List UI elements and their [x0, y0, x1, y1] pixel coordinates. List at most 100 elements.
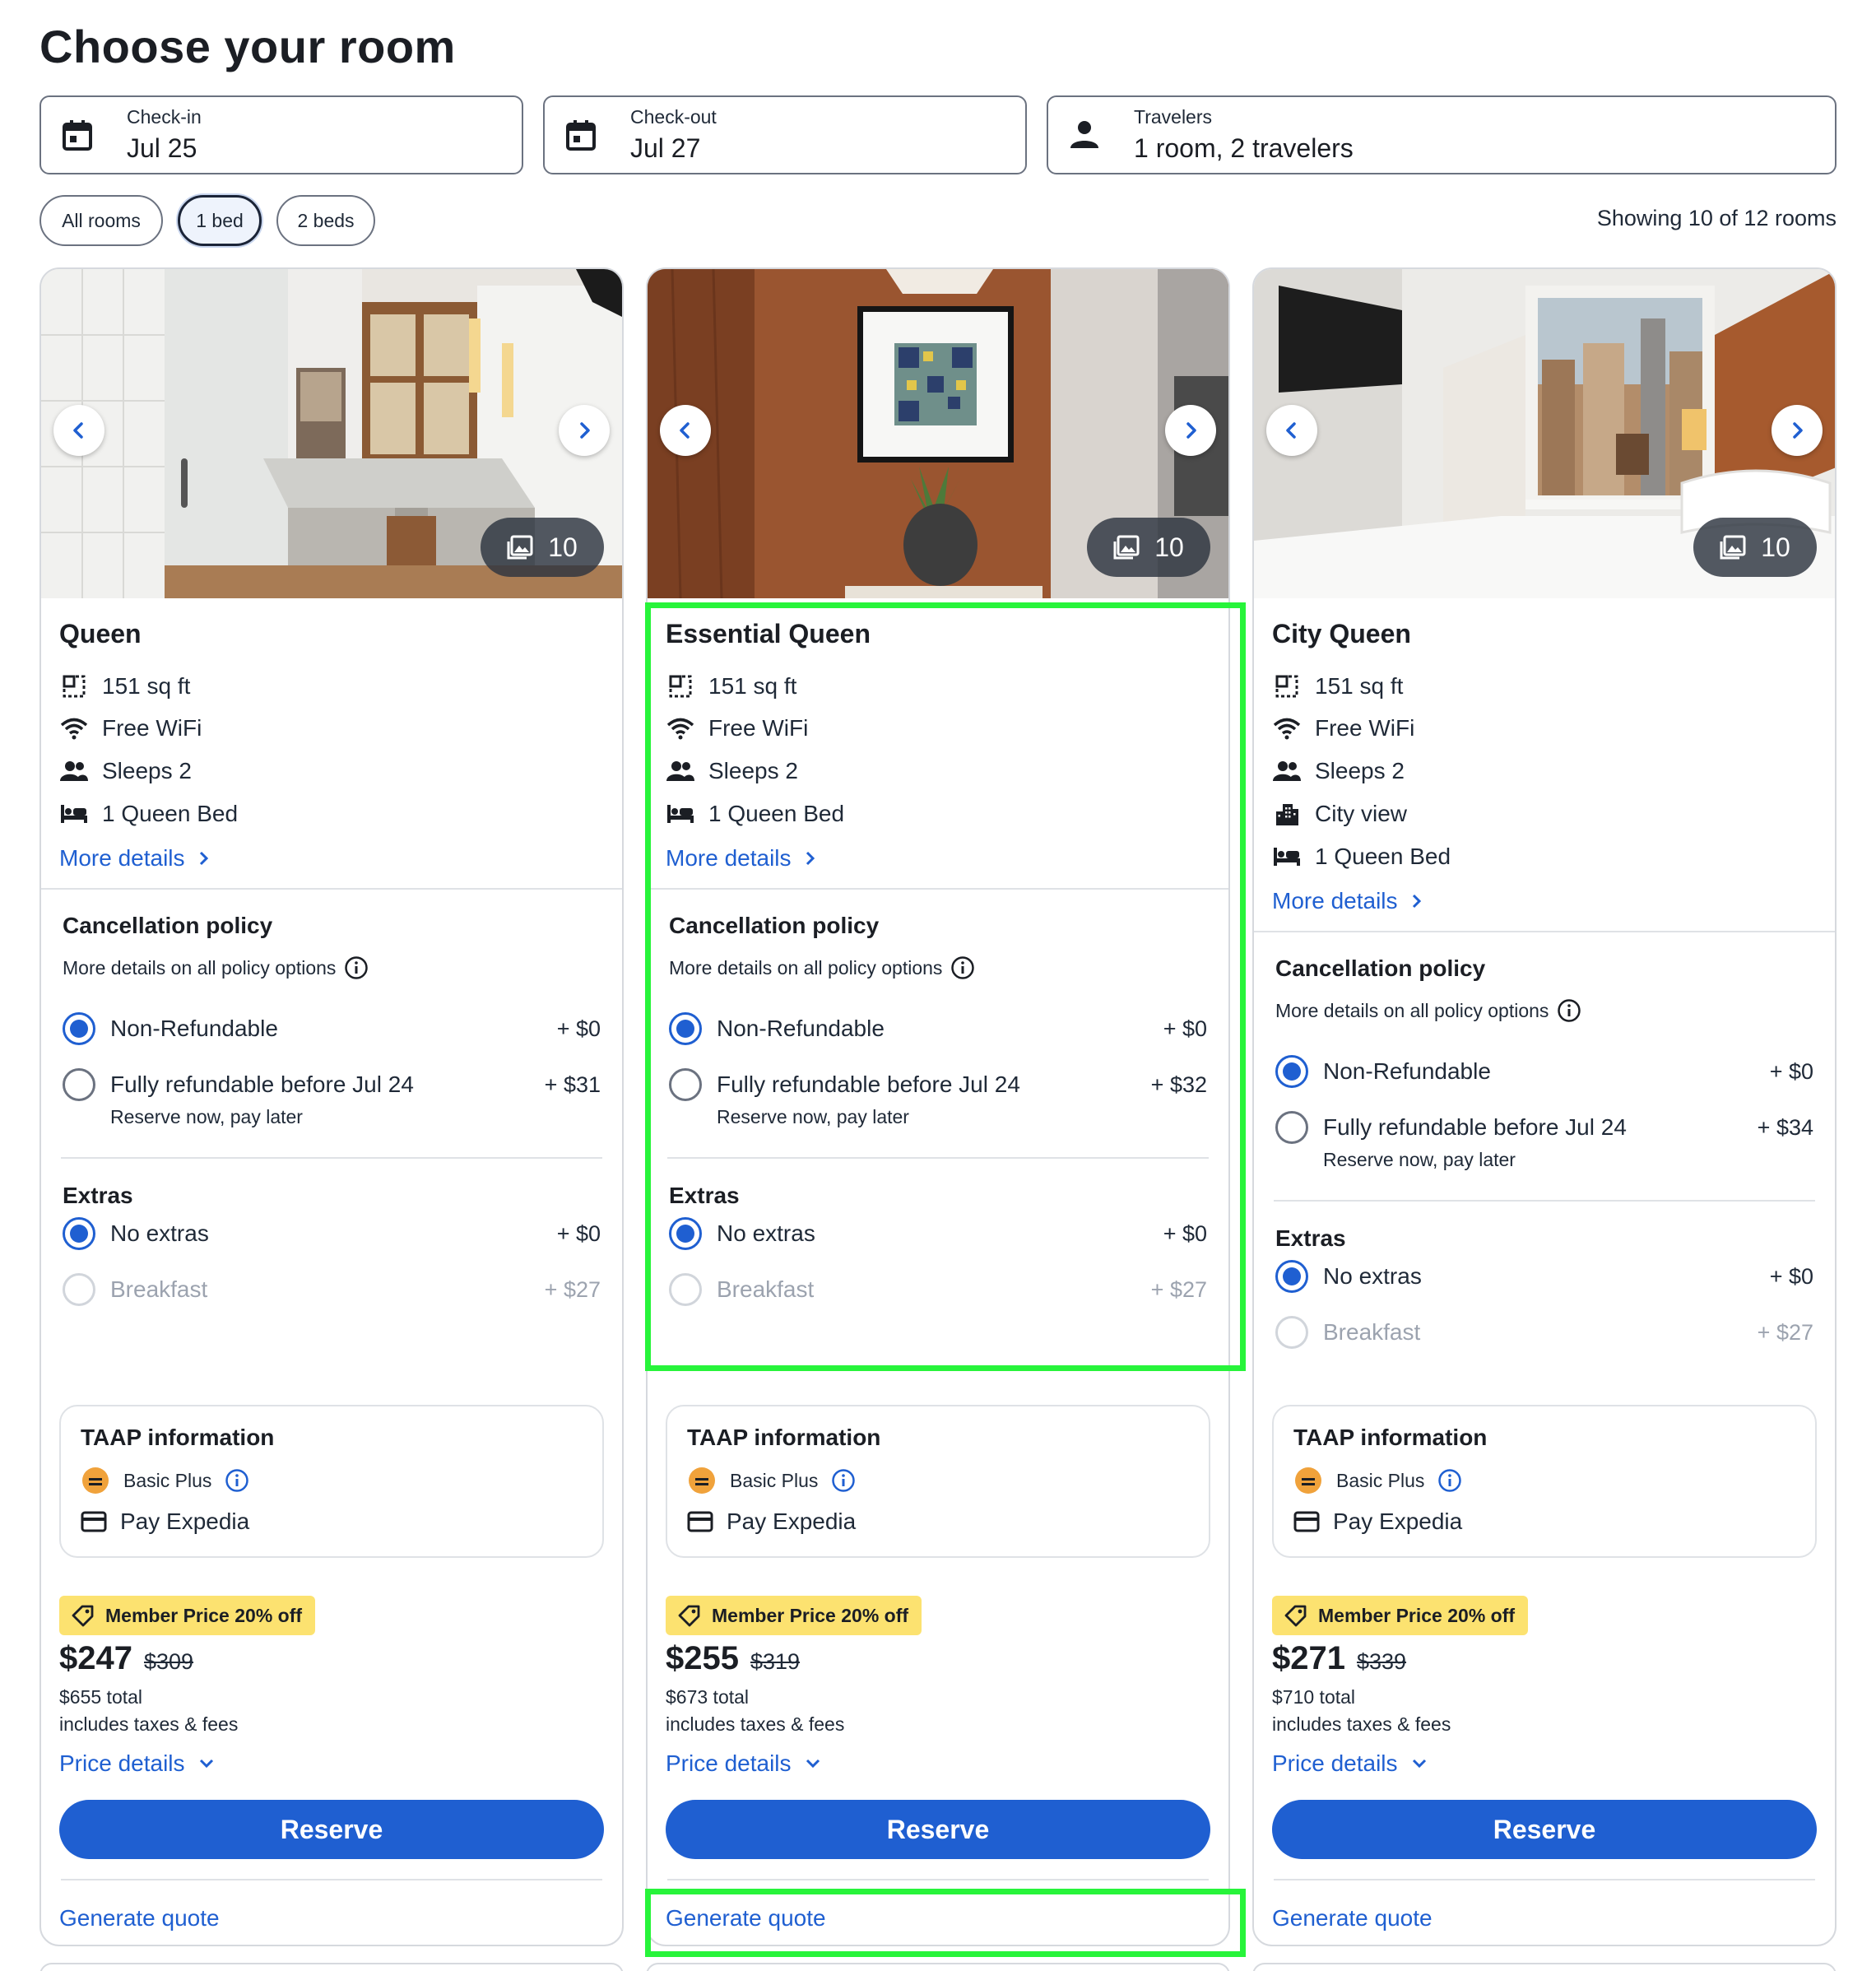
checkout-label: Check-out	[630, 106, 717, 128]
original-price: $319	[750, 1649, 801, 1674]
tier-badge-icon	[1295, 1467, 1321, 1494]
next-room-card	[646, 1963, 1230, 1971]
feature-text: Sleeps 2	[1315, 758, 1405, 783]
policy-details-link[interactable]: More details on all policy options	[1275, 998, 1581, 1023]
photo-count-button[interactable]: 10	[1087, 518, 1210, 577]
policy-details-link[interactable]: More details on all policy options	[63, 955, 369, 980]
feature-text: Free WiFi	[708, 715, 809, 741]
option-fully-refundable[interactable]: Fully refundable before Jul 24 + $32	[669, 1067, 1207, 1103]
divider	[667, 1879, 1209, 1880]
gallery-icon	[507, 535, 533, 560]
option-note: Reserve now, pay later	[717, 1106, 909, 1127]
radio-button[interactable]	[669, 1217, 702, 1250]
option-label: Non-Refundable	[717, 1016, 885, 1041]
room-photo[interactable]: 10	[41, 269, 622, 598]
room-photo[interactable]: 10	[1254, 269, 1835, 598]
photo-prev-button[interactable]	[660, 405, 711, 456]
payment-label: Pay Expedia	[120, 1508, 250, 1534]
policy-details-link[interactable]: More details on all policy options	[669, 955, 975, 980]
photo-count: 10	[548, 532, 578, 562]
feature-sqft: 151 sq ft	[59, 670, 190, 703]
taap-tier: Basic Plus	[81, 1466, 249, 1495]
photo-prev-button[interactable]	[1266, 405, 1317, 456]
taap-info-box: TAAP information Basic Plus Pay Expedia	[666, 1405, 1210, 1558]
checkin-value: Jul 25	[127, 133, 197, 163]
payment-label: Pay Expedia	[727, 1508, 857, 1534]
info-icon	[225, 1469, 249, 1492]
radio-button[interactable]	[63, 1217, 95, 1250]
radio-button[interactable]	[669, 1012, 702, 1045]
generate-quote-link[interactable]: Generate quote	[1272, 1905, 1433, 1931]
photo-count-button[interactable]: 10	[481, 518, 604, 577]
feature-wifi: Free WiFi	[59, 712, 202, 745]
option-non-refundable[interactable]: Non-Refundable + $0	[63, 1011, 601, 1047]
room-name: City Queen	[1272, 619, 1411, 648]
option-price: + $27	[544, 1276, 601, 1302]
member-price-badge: Member Price 20% off	[59, 1596, 316, 1635]
room-photo[interactable]: 10	[648, 269, 1228, 598]
option-fully-refundable[interactable]: Fully refundable before Jul 24 + $31	[63, 1067, 601, 1103]
radio-button	[63, 1273, 95, 1306]
wifi-icon	[666, 714, 695, 743]
price-details-label: Price details	[1272, 1750, 1398, 1776]
radio-button[interactable]	[1275, 1055, 1308, 1088]
radio-button	[669, 1273, 702, 1306]
chip-all-rooms[interactable]: All rooms	[39, 195, 163, 246]
chevron-down-icon	[806, 1759, 820, 1769]
price-details-label: Price details	[59, 1750, 185, 1776]
option-label: Non-Refundable	[1323, 1058, 1491, 1084]
photo-next-button[interactable]	[559, 405, 610, 456]
chip-1-bed[interactable]: 1 bed	[178, 195, 262, 246]
wifi-icon	[59, 714, 89, 743]
feature-text: City view	[1315, 801, 1408, 826]
feature-text: 151 sq ft	[102, 673, 191, 699]
taxes-note: includes taxes & fees	[59, 1713, 239, 1735]
radio-button[interactable]	[1275, 1260, 1308, 1293]
option-no-extras[interactable]: No extras + $0	[669, 1216, 1207, 1252]
price-details-toggle[interactable]: Price details	[59, 1750, 215, 1777]
option-fully-refundable[interactable]: Fully refundable before Jul 24 + $34	[1275, 1109, 1813, 1146]
price-details-toggle[interactable]: Price details	[1272, 1750, 1428, 1777]
more-details-link[interactable]: More details	[666, 845, 816, 872]
checkin-label: Check-in	[127, 106, 202, 128]
radio-button[interactable]	[63, 1068, 95, 1101]
reserve-button[interactable]: Reserve	[666, 1800, 1210, 1859]
checkout-field[interactable]: Check-out Jul 27	[543, 95, 1027, 174]
travelers-field[interactable]: Travelers 1 room, 2 travelers	[1047, 95, 1837, 174]
option-no-extras[interactable]: No extras + $0	[1275, 1258, 1813, 1295]
chip-2-beds[interactable]: 2 beds	[276, 195, 375, 246]
chevron-left-icon	[1286, 422, 1296, 439]
radio-button[interactable]	[1275, 1111, 1308, 1144]
option-non-refundable[interactable]: Non-Refundable + $0	[1275, 1053, 1813, 1090]
reserve-button[interactable]: Reserve	[1272, 1800, 1817, 1859]
bed-icon	[59, 799, 89, 829]
option-label: Breakfast	[110, 1276, 208, 1302]
people-icon	[666, 756, 695, 786]
option-price: + $32	[1150, 1071, 1207, 1097]
feature-text: Sleeps 2	[102, 758, 192, 783]
option-label: Fully refundable before Jul 24	[110, 1071, 414, 1097]
photo-next-button[interactable]	[1165, 405, 1216, 456]
option-price: + $27	[1150, 1276, 1207, 1302]
more-details-link[interactable]: More details	[1272, 888, 1423, 914]
option-non-refundable[interactable]: Non-Refundable + $0	[669, 1011, 1207, 1047]
price-details-toggle[interactable]: Price details	[666, 1750, 821, 1777]
chevron-left-icon	[680, 422, 690, 439]
photo-prev-button[interactable]	[53, 405, 104, 456]
photo-count-button[interactable]: 10	[1693, 518, 1817, 577]
generate-quote-link[interactable]: Generate quote	[59, 1905, 220, 1931]
reserve-button[interactable]: Reserve	[59, 1800, 604, 1859]
chevron-right-icon	[1186, 422, 1196, 439]
tier-label: Basic Plus	[123, 1469, 212, 1491]
radio-button[interactable]	[669, 1068, 702, 1101]
tier-badge-icon	[82, 1467, 109, 1494]
wifi-icon	[1272, 714, 1302, 743]
more-details-link[interactable]: More details	[59, 845, 210, 872]
option-note: Reserve now, pay later	[1323, 1149, 1516, 1170]
checkin-field[interactable]: Check-in Jul 25	[39, 95, 523, 174]
generate-quote-link[interactable]: Generate quote	[666, 1905, 826, 1931]
radio-button[interactable]	[63, 1012, 95, 1045]
feature-bed: 1 Queen Bed	[59, 797, 238, 830]
option-no-extras[interactable]: No extras + $0	[63, 1216, 601, 1252]
photo-next-button[interactable]	[1772, 405, 1823, 456]
